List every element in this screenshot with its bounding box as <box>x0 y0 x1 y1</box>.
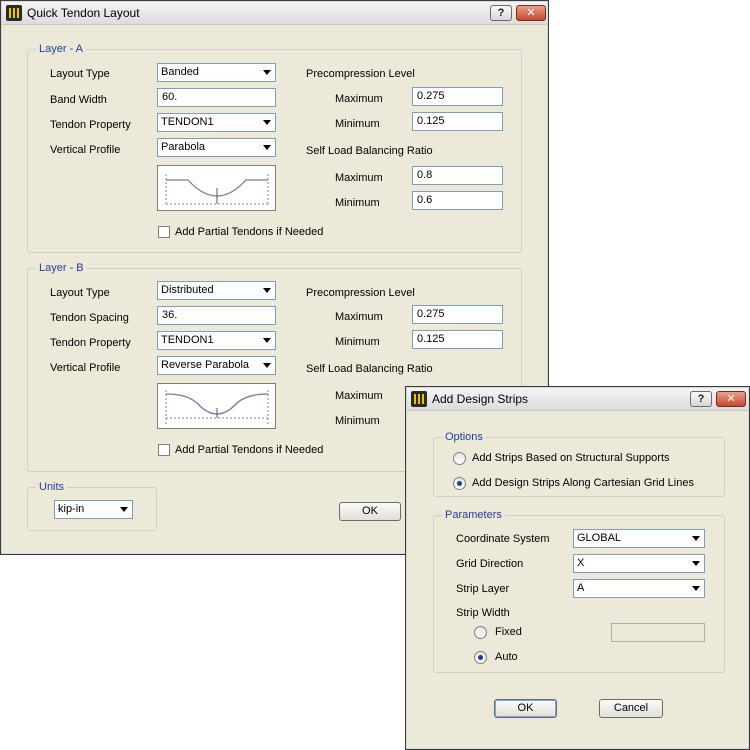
fixed-width-input[interactable] <box>611 623 705 642</box>
units-value: kip-in <box>58 503 85 515</box>
chevron-down-icon <box>692 536 700 541</box>
self-load-balancing-title-a: Self Load Balancing Ratio <box>306 145 433 157</box>
partial-tendons-checkbox-a[interactable] <box>158 226 170 238</box>
window-title: Quick Tendon Layout <box>27 6 140 20</box>
layout-type-value-b: Distributed <box>161 284 214 296</box>
vertical-profile-value-b: Reverse Parabola <box>161 359 250 371</box>
auto-width-label: Auto <box>495 651 518 663</box>
tendon-property-label-b: Tendon Property <box>50 337 131 349</box>
window-title: Add Design Strips <box>432 392 529 406</box>
precompression-max-input-b[interactable]: 0.275 <box>412 305 503 324</box>
self-load-max-label-a: Maximum <box>335 172 383 184</box>
precompression-min-input-b[interactable]: 0.125 <box>412 330 503 349</box>
self-load-min-input-a[interactable]: 0.6 <box>412 191 503 210</box>
help-button[interactable]: ? <box>690 391 712 407</box>
self-load-max-input-a[interactable]: 0.8 <box>412 166 503 185</box>
fixed-width-label: Fixed <box>495 626 522 638</box>
layer-a-legend: Layer - A <box>36 43 87 55</box>
app-icon <box>6 5 22 21</box>
cartesian-grid-lines-label: Add Design Strips Along Cartesian Grid L… <box>472 477 694 489</box>
structural-supports-label: Add Strips Based on Structural Supports <box>472 452 670 464</box>
parabola-profile-preview <box>157 165 276 211</box>
partial-tendons-checkbox-b[interactable] <box>158 444 170 456</box>
tendon-property-label: Tendon Property <box>50 119 131 131</box>
band-width-label: Band Width <box>50 94 107 106</box>
units-legend: Units <box>36 481 68 493</box>
precompression-min-label-a: Minimum <box>335 118 380 130</box>
self-load-max-label-b: Maximum <box>335 390 383 402</box>
help-button[interactable]: ? <box>490 5 512 21</box>
tendon-spacing-input[interactable]: 36. <box>157 306 276 325</box>
tendon-spacing-label: Tendon Spacing <box>50 312 129 324</box>
options-legend: Options <box>442 431 486 443</box>
vertical-profile-label-b: Vertical Profile <box>50 362 121 374</box>
layer-b-legend: Layer - B <box>36 262 87 274</box>
precompression-min-input-a[interactable]: 0.125 <box>412 112 503 131</box>
auto-width-radio[interactable] <box>474 651 487 664</box>
tendon-property-value: TENDON1 <box>161 116 214 128</box>
parameters-legend: Parameters <box>442 509 505 521</box>
vertical-profile-select[interactable]: Parabola <box>157 138 276 157</box>
add-design-strips-window: Add Design Strips ? ✕ Options Add Strips… <box>405 386 750 750</box>
chevron-down-icon <box>263 120 271 125</box>
chevron-down-icon <box>692 586 700 591</box>
partial-tendons-label-a: Add Partial Tendons if Needed <box>175 226 324 238</box>
chevron-down-icon <box>263 70 271 75</box>
grid-direction-value: X <box>577 557 585 569</box>
grid-direction-label: Grid Direction <box>456 558 524 570</box>
layout-type-label: Layout Type <box>50 68 110 80</box>
precompression-max-input-a[interactable]: 0.275 <box>412 87 503 106</box>
chevron-down-icon <box>120 507 128 512</box>
chevron-down-icon <box>692 561 700 566</box>
tendon-property-value-b: TENDON1 <box>161 334 214 346</box>
vertical-profile-select-b[interactable]: Reverse Parabola <box>157 356 276 375</box>
close-button[interactable]: ✕ <box>516 5 546 21</box>
vertical-profile-label: Vertical Profile <box>50 144 121 156</box>
grid-direction-select[interactable]: X <box>573 554 705 573</box>
chevron-down-icon <box>263 288 271 293</box>
precompression-level-title-a: Precompression Level <box>306 68 415 80</box>
ok-button[interactable]: OK <box>494 699 557 718</box>
tendon-property-select-b[interactable]: TENDON1 <box>157 331 276 350</box>
app-icon <box>411 391 427 407</box>
band-width-input[interactable]: 60. <box>157 88 276 107</box>
self-load-balancing-title-b: Self Load Balancing Ratio <box>306 363 433 375</box>
title-bar[interactable]: Quick Tendon Layout ? ✕ <box>2 2 547 25</box>
units-select[interactable]: kip-in <box>54 500 133 519</box>
ok-button[interactable]: OK <box>339 502 401 521</box>
strip-layer-select[interactable]: A <box>573 579 705 598</box>
chevron-down-icon <box>263 338 271 343</box>
self-load-min-label-b: Minimum <box>335 415 380 427</box>
structural-supports-radio[interactable] <box>453 452 466 465</box>
vertical-profile-value: Parabola <box>161 141 206 153</box>
fixed-width-radio[interactable] <box>474 626 487 639</box>
coordinate-system-value: GLOBAL <box>577 532 622 544</box>
cartesian-grid-lines-radio[interactable] <box>453 477 466 490</box>
strip-layer-label: Strip Layer <box>456 583 510 595</box>
coordinate-system-label: Coordinate System <box>456 533 550 545</box>
precompression-min-label-b: Minimum <box>335 336 380 348</box>
self-load-min-label-a: Minimum <box>335 197 380 209</box>
layout-type-select-b[interactable]: Distributed <box>157 281 276 300</box>
precompression-max-label-a: Maximum <box>335 93 383 105</box>
coordinate-system-select[interactable]: GLOBAL <box>573 529 705 548</box>
tendon-property-select[interactable]: TENDON1 <box>157 113 276 132</box>
precompression-level-title-b: Precompression Level <box>306 287 415 299</box>
chevron-down-icon <box>263 145 271 150</box>
cancel-button[interactable]: Cancel <box>599 699 663 718</box>
partial-tendons-label-b: Add Partial Tendons if Needed <box>175 444 324 456</box>
layout-type-label-b: Layout Type <box>50 287 110 299</box>
reverse-parabola-profile-preview <box>157 383 276 429</box>
layout-type-select[interactable]: Banded <box>157 63 276 82</box>
chevron-down-icon <box>263 363 271 368</box>
title-bar[interactable]: Add Design Strips ? ✕ <box>407 388 748 411</box>
strip-layer-value: A <box>577 582 585 594</box>
close-button[interactable]: ✕ <box>716 391 746 407</box>
layout-type-value: Banded <box>161 66 199 78</box>
precompression-max-label-b: Maximum <box>335 311 383 323</box>
strip-width-label: Strip Width <box>456 607 510 619</box>
